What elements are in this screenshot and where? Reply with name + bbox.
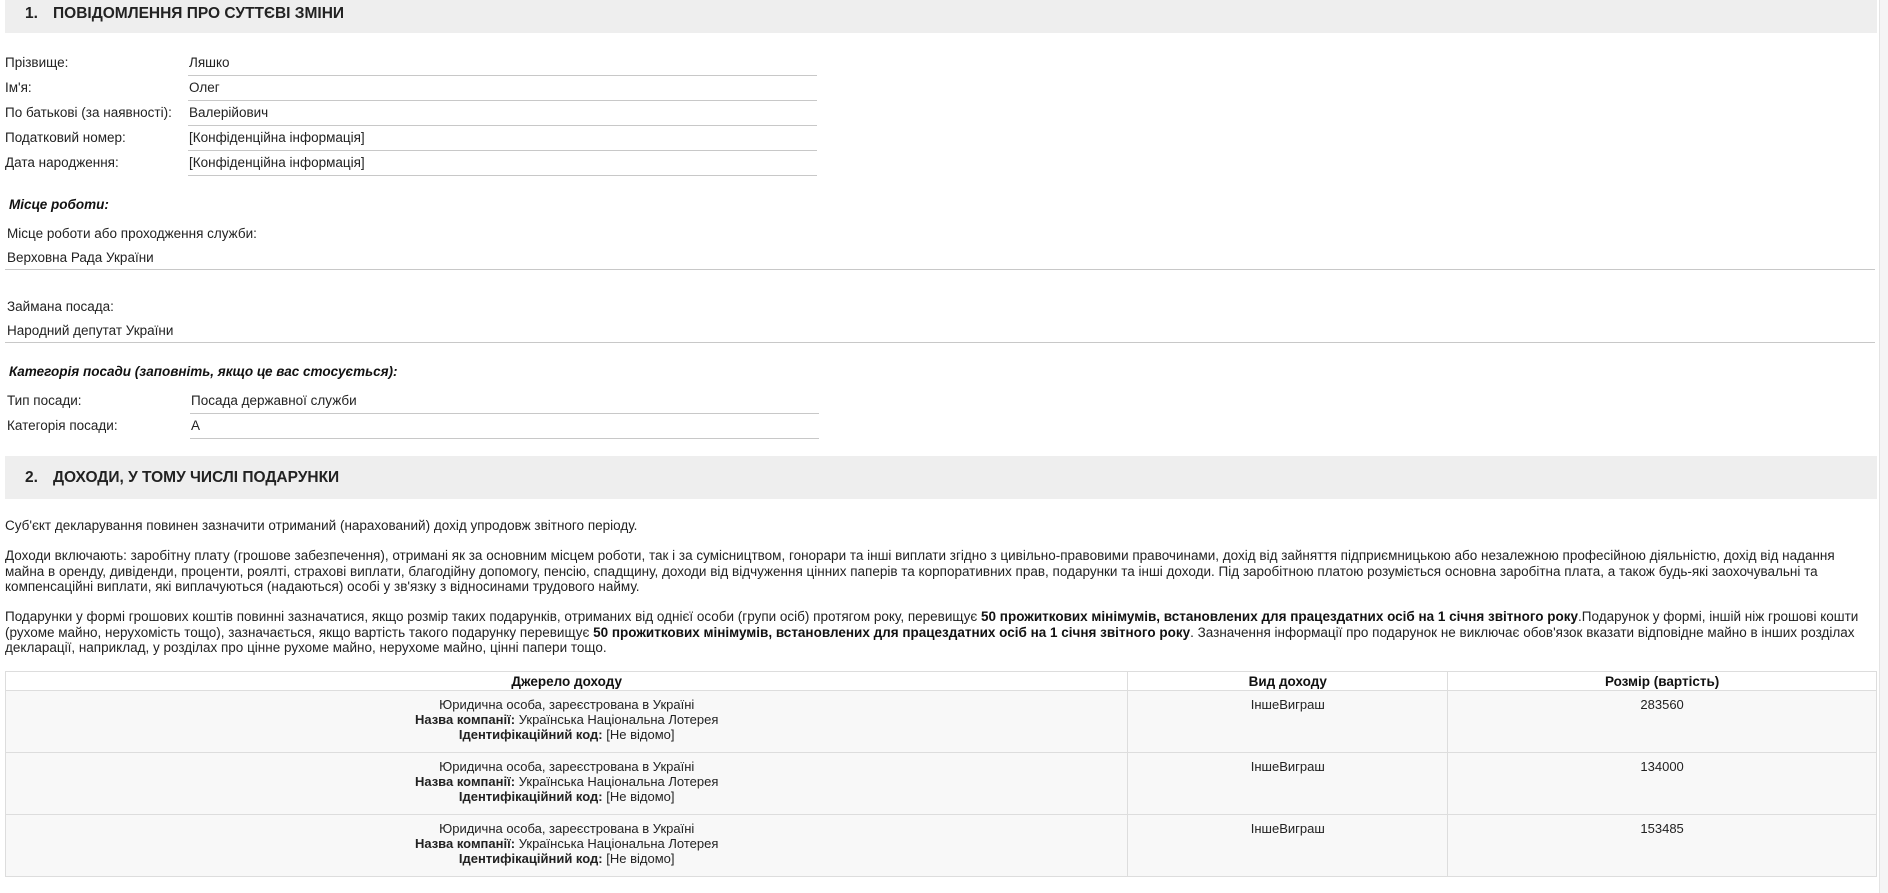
position-category-underline <box>190 438 819 439</box>
header-source: Джерело доходу <box>4 671 1129 691</box>
section-2-header: 2. ДОХОДИ, У ТОМУ ЧИСЛІ ПОДАРУНКИ <box>5 456 1877 499</box>
workplace-label: Місце роботи або проходження служби: <box>7 226 257 241</box>
surname-label: Прізвище: <box>5 55 69 70</box>
position-value: Народний депутат України <box>7 323 174 338</box>
income-source-cell: Юридична особа, зареєстрована в Україні … <box>4 690 1129 753</box>
first-name-value: Олег <box>189 80 220 95</box>
position-type-underline <box>190 413 819 414</box>
income-table-header: Джерело доходу Вид доходу Розмір (вартіс… <box>4 671 1877 691</box>
vertical-scrollbar[interactable] <box>1879 0 1888 893</box>
code-label: Ідентифікаційний код: <box>458 727 603 742</box>
company-label: Назва компанії: <box>414 836 516 851</box>
company-name: Українська Національна Лотерея <box>518 836 719 851</box>
income-amount-cell: 153485 <box>1447 814 1877 877</box>
patronymic-label: По батькові (за наявності): <box>5 105 172 120</box>
workplace-underline <box>5 269 1875 270</box>
birth-date-underline <box>188 175 817 176</box>
table-row: Юридична особа, зареєстрована в Україні … <box>4 814 1877 877</box>
gifts-text-1: Подарунки у формі грошових коштів повинн… <box>5 609 982 624</box>
surname-value: Ляшко <box>189 55 230 70</box>
workplace-heading: Місце роботи: <box>9 197 109 212</box>
section-1-title: ПОВІДОМЛЕННЯ ПРО СУТТЄВІ ЗМІНИ <box>53 5 345 22</box>
tax-number-label: Податковий номер: <box>5 130 126 145</box>
gifts-threshold-2: 50 прожиткових мінімумів, встановлених д… <box>593 624 1191 640</box>
section-1-number: 1. <box>25 5 38 22</box>
table-row: Юридична особа, зареєстрована в Україні … <box>4 752 1877 815</box>
company-code: [Не відомо] <box>606 727 675 742</box>
income-kind-cell: ІншеВиграш <box>1127 752 1449 815</box>
company-name: Українська Національна Лотерея <box>518 774 719 789</box>
birth-date-label: Дата народження: <box>5 155 119 170</box>
company-code: [Не відомо] <box>606 789 675 804</box>
table-row: Юридична особа, зареєстрована в Україні … <box>4 690 1877 753</box>
header-amount: Розмір (вартість) <box>1447 671 1877 691</box>
company-code: [Не відомо] <box>606 851 675 866</box>
category-heading: Категорія посади (заповніть, якщо це вас… <box>9 364 398 379</box>
section-2-number: 2. <box>25 469 38 486</box>
income-intro: Суб'єкт декларування повинен зазначити о… <box>5 518 638 533</box>
income-amount-cell: 134000 <box>1447 752 1877 815</box>
birth-date-value: [Конфіденційна інформація] <box>189 155 365 170</box>
position-category-value: А <box>191 418 201 433</box>
section-1-header: 1. ПОВІДОМЛЕННЯ ПРО СУТТЄВІ ЗМІНИ <box>5 0 1877 33</box>
surname-underline <box>188 75 817 76</box>
section-2-title: ДОХОДИ, У ТОМУ ЧИСЛІ ПОДАРУНКИ <box>53 469 340 486</box>
income-source-cell: Юридична особа, зареєстрована в Україні … <box>4 814 1129 877</box>
gifts-description: Подарунки у формі грошових коштів повинн… <box>5 609 1875 656</box>
code-label: Ідентифікаційний код: <box>458 851 603 866</box>
company-label: Назва компанії: <box>414 712 516 727</box>
position-type-value: Посада державної служби <box>191 393 357 408</box>
gifts-threshold-1: 50 прожиткових мінімумів, встановлених д… <box>981 609 1579 624</box>
source-type: Юридична особа, зареєстрована в Україні <box>439 821 695 836</box>
source-type: Юридична особа, зареєстрована в Україні <box>439 697 695 712</box>
company-name: Українська Національна Лотерея <box>518 712 719 727</box>
position-category-label: Категорія посади: <box>7 418 118 433</box>
tax-number-underline <box>188 150 817 151</box>
workplace-value: Верховна Рада України <box>7 250 154 265</box>
income-source-cell: Юридична особа, зареєстрована в Україні … <box>4 752 1129 815</box>
patronymic-underline <box>188 125 817 126</box>
first-name-label: Ім'я: <box>5 80 32 95</box>
position-type-label: Тип посади: <box>7 393 82 408</box>
position-label: Займана посада: <box>7 299 114 314</box>
code-label: Ідентифікаційний код: <box>458 789 603 804</box>
header-kind: Вид доходу <box>1127 671 1449 691</box>
source-type: Юридична особа, зареєстрована в Україні <box>439 759 695 774</box>
position-underline <box>5 342 1875 343</box>
income-kind-cell: ІншеВиграш <box>1127 690 1449 753</box>
tax-number-value: [Конфіденційна інформація] <box>189 130 365 145</box>
income-description: Доходи включають: заробітну плату (грошо… <box>5 548 1835 594</box>
patronymic-value: Валерійович <box>189 105 269 120</box>
income-kind-cell: ІншеВиграш <box>1127 814 1449 877</box>
company-label: Назва компанії: <box>414 774 516 789</box>
first-name-underline <box>188 100 817 101</box>
income-amount-cell: 283560 <box>1447 690 1877 753</box>
income-table: Джерело доходу Вид доходу Розмір (вартіс… <box>4 671 1877 877</box>
